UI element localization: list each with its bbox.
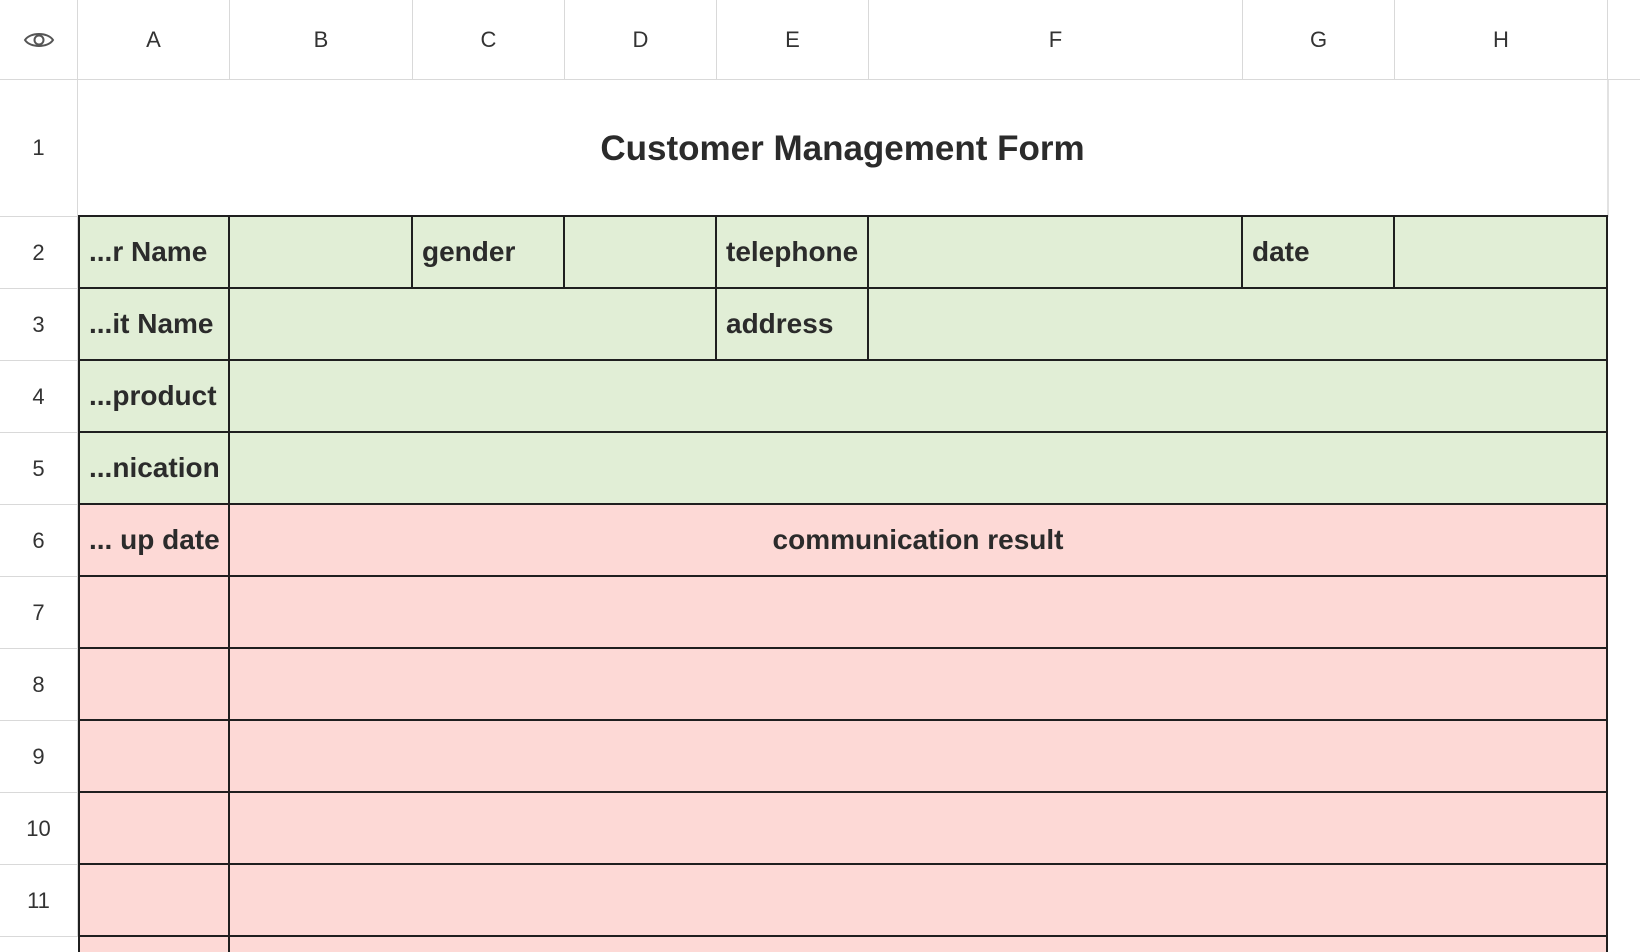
cell-b6-merged[interactable]: communication result (230, 505, 1608, 577)
row-header-2[interactable]: 2 (0, 217, 78, 289)
cell-a5[interactable]: ...nication (80, 433, 230, 505)
form-title-cell[interactable]: Customer Management Form (78, 80, 1608, 217)
cell-a3[interactable]: ...it Name (80, 289, 230, 361)
column-header-g[interactable]: G (1243, 0, 1395, 80)
column-header-e[interactable]: E (717, 0, 869, 80)
cell-a9[interactable] (80, 721, 230, 793)
cell-h2[interactable] (1395, 217, 1608, 289)
row-header-5[interactable]: 5 (0, 433, 78, 505)
cell-b8-merged[interactable] (230, 649, 1608, 721)
cell-a2[interactable]: ...r Name (80, 217, 230, 289)
row-header-10[interactable]: 10 (0, 793, 78, 865)
cell-a7[interactable] (80, 577, 230, 649)
title-right-border (1608, 80, 1609, 217)
column-header-b[interactable]: B (230, 0, 413, 80)
cell-d2[interactable] (565, 217, 717, 289)
eye-icon[interactable] (23, 29, 55, 51)
cell-b7-merged[interactable] (230, 577, 1608, 649)
column-header-c[interactable]: C (413, 0, 565, 80)
row-header-7[interactable]: 7 (0, 577, 78, 649)
cell-b3-merged[interactable] (230, 289, 717, 361)
column-header-h[interactable]: H (1395, 0, 1608, 80)
cell-a12-partial[interactable] (80, 937, 230, 952)
cell-b10-merged[interactable] (230, 793, 1608, 865)
cell-b11-merged[interactable] (230, 865, 1608, 937)
cell-a8[interactable] (80, 649, 230, 721)
row-header-9[interactable]: 9 (0, 721, 78, 793)
cell-a11[interactable] (80, 865, 230, 937)
row-header-4[interactable]: 4 (0, 361, 78, 433)
cell-g2[interactable]: date (1243, 217, 1395, 289)
cell-b4-merged[interactable] (230, 361, 1608, 433)
cell-b9-merged[interactable] (230, 721, 1608, 793)
cell-b12-partial[interactable] (230, 937, 1608, 952)
cell-e2[interactable]: telephone (717, 217, 869, 289)
cell-a6[interactable]: ... up date (80, 505, 230, 577)
column-header-d[interactable]: D (565, 0, 717, 80)
column-header-f[interactable]: F (869, 0, 1243, 80)
row-header-6[interactable]: 6 (0, 505, 78, 577)
form-title: Customer Management Form (600, 128, 1085, 168)
cell-c2[interactable]: gender (413, 217, 565, 289)
cell-f3-merged[interactable] (869, 289, 1608, 361)
cell-a10[interactable] (80, 793, 230, 865)
cell-b5-merged[interactable] (230, 433, 1608, 505)
cell-b2[interactable] (230, 217, 413, 289)
spreadsheet: A B C D E F G H 1 2 3 4 5 6 7 8 9 10 11 … (0, 0, 1640, 952)
row-header-3[interactable]: 3 (0, 289, 78, 361)
column-header-a[interactable]: A (78, 0, 230, 80)
cell-f2[interactable] (869, 217, 1243, 289)
row-header-1[interactable]: 1 (0, 80, 78, 217)
row-header-8[interactable]: 8 (0, 649, 78, 721)
cell-a4[interactable]: ...product (80, 361, 230, 433)
cell-e3[interactable]: address (717, 289, 869, 361)
select-all-corner[interactable] (0, 0, 78, 80)
row-header-11[interactable]: 11 (0, 865, 78, 937)
